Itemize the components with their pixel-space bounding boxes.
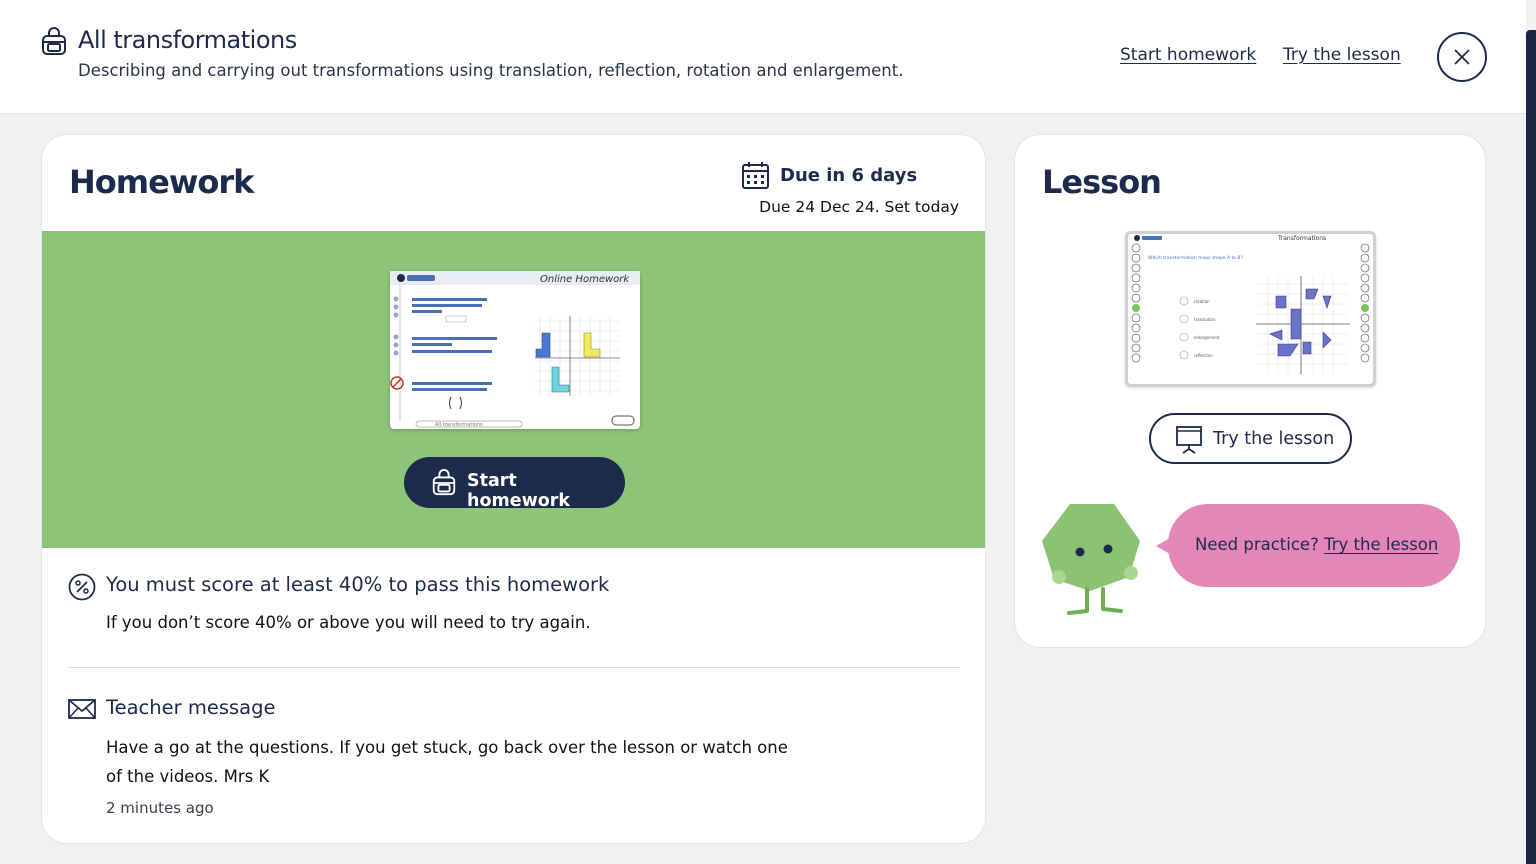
start-homework-link[interactable]: Start homework bbox=[1120, 45, 1256, 65]
pass-requirement-body: If you don’t score 40% or above you will… bbox=[106, 613, 591, 632]
homework-preview-image: Online Homework All transformations bbox=[390, 271, 640, 429]
homework-card: Homework Due in 6 days Due 24 Dec 24. Se… bbox=[41, 134, 986, 844]
mascot-illustration bbox=[1042, 504, 1140, 615]
presentation-icon bbox=[1176, 426, 1202, 454]
close-button[interactable] bbox=[1437, 32, 1487, 82]
teacher-message-body: Have a go at the questions. If you get s… bbox=[106, 738, 788, 786]
close-icon bbox=[1454, 49, 1470, 65]
lesson-preview-image: Transformations Which transformation map… bbox=[1125, 231, 1376, 387]
page-title: All transformations bbox=[78, 26, 297, 54]
start-homework-label: Start homework bbox=[467, 471, 571, 511]
divider bbox=[69, 667, 960, 668]
lesson-option: translation bbox=[1194, 317, 1216, 322]
calendar-icon bbox=[742, 162, 769, 189]
homework-preview-area: Online Homework All transformations Star… bbox=[42, 231, 985, 548]
lesson-option: enlargement bbox=[1194, 335, 1220, 340]
practice-text: Need practice? Try the lesson bbox=[1195, 535, 1439, 554]
homework-title: Homework bbox=[69, 163, 254, 201]
lesson-card: Lesson Transformations Which transformat… bbox=[1014, 134, 1486, 648]
lesson-option: rotation bbox=[1194, 299, 1210, 304]
backpack-icon bbox=[432, 469, 456, 496]
try-lesson-button[interactable]: Try the lesson bbox=[1149, 413, 1352, 464]
start-homework-button[interactable]: Start homework bbox=[404, 457, 625, 511]
teacher-message-time: 2 minutes ago bbox=[106, 799, 214, 817]
lesson-option: reflection bbox=[1194, 353, 1213, 358]
teacher-message-title: Teacher message bbox=[106, 696, 276, 719]
due-status: Due in 6 days bbox=[780, 165, 918, 186]
lesson-preview-heading: Transformations bbox=[1277, 235, 1326, 242]
preview-heading: Online Homework bbox=[540, 274, 630, 285]
try-lesson-label: Try the lesson bbox=[1213, 429, 1335, 449]
mail-icon bbox=[68, 699, 96, 719]
page-subtitle: Describing and carrying out transformati… bbox=[78, 61, 904, 80]
practice-speech-bubble: Need practice? Try the lesson bbox=[1156, 504, 1460, 587]
scrollbar[interactable] bbox=[1526, 30, 1536, 864]
pass-requirement-title: You must score at least 40% to pass this… bbox=[106, 573, 610, 596]
preview-footer: All transformations bbox=[435, 422, 483, 428]
due-date: Due 24 Dec 24. Set today bbox=[759, 198, 959, 216]
backpack-icon bbox=[42, 27, 66, 55]
page-header: All transformations Describing and carry… bbox=[0, 0, 1526, 114]
lesson-preview-question: Which transformation maps shape A to B? bbox=[1148, 255, 1244, 261]
lesson-title: Lesson bbox=[1042, 163, 1162, 201]
try-lesson-bubble-link[interactable]: Try the lesson bbox=[1324, 535, 1438, 554]
try-lesson-link[interactable]: Try the lesson bbox=[1283, 45, 1401, 65]
percent-icon bbox=[68, 573, 96, 601]
